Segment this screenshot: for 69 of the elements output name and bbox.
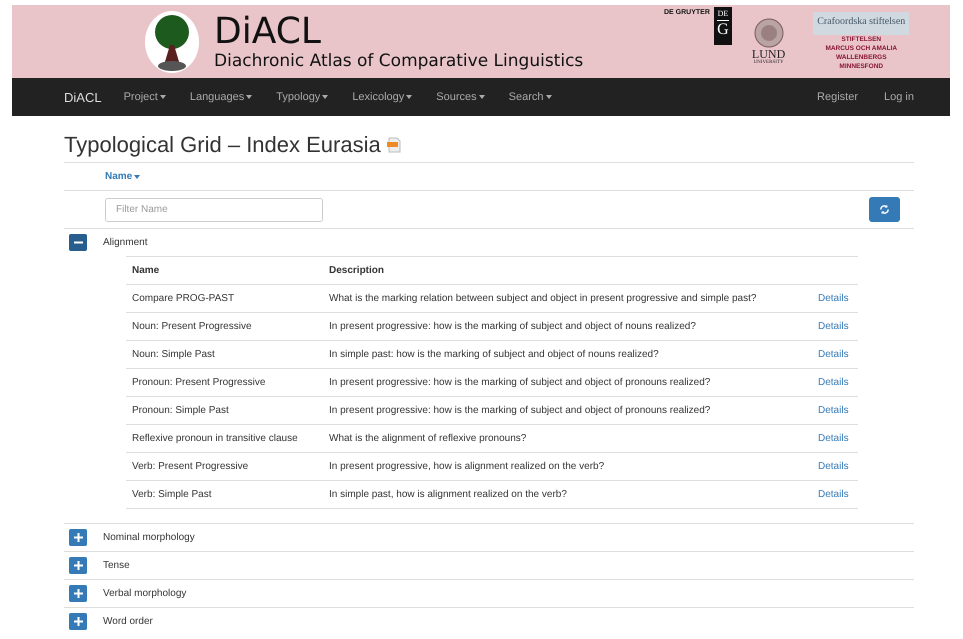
nav-menu[interactable]: Sources — [436, 91, 485, 103]
refresh-button[interactable] — [869, 197, 900, 222]
description-cell-text: In simple past: how is the marking of subject and object of nouns realized? — [329, 349, 660, 360]
group-name: Verbal morphology — [103, 588, 186, 599]
name-cell-text: Noun: Simple Past — [132, 349, 216, 360]
caret-icon — [478, 95, 485, 99]
description-cell-text: In simple past, how is alignment realized on the verb? — [329, 489, 568, 500]
site-title: DiACL — [214, 12, 322, 50]
sort-header[interactable]: Name — [105, 171, 140, 182]
details-link[interactable]: Details — [818, 461, 858, 472]
tree-logo — [144, 10, 200, 74]
caret-icon — [406, 95, 412, 99]
collapse-button[interactable] — [69, 234, 87, 251]
group-name: Tense — [103, 560, 130, 571]
name-cell-text: Pronoun: Simple Past — [132, 405, 230, 416]
nav-menu[interactable]: Project — [124, 91, 166, 103]
details-link[interactable]: Details — [818, 377, 858, 388]
description-cell-text: In present progressive: how is the marking of subject and object of pronouns realized? — [329, 405, 712, 416]
group-name: Nominal morphology — [103, 532, 195, 543]
caret-icon — [546, 95, 552, 99]
expand-button[interactable] — [69, 557, 87, 574]
expand-button[interactable] — [69, 613, 87, 630]
expand-button[interactable] — [69, 585, 87, 602]
name-cell-text: Pronoun: Present Progressive — [132, 377, 266, 388]
publisher-logo: DE G — [714, 7, 732, 45]
name-cell-text: Reflexive pronoun in transitive clause — [132, 433, 299, 444]
description-cell-text: In present progressive: how is the marking of subject and object of pronouns realized? — [329, 377, 712, 388]
plus-icon — [74, 589, 82, 598]
plus-icon — [74, 533, 82, 542]
details-link[interactable]: Details — [818, 293, 858, 304]
description-cell-text: What is the alignment of reflexive pronouns? — [329, 433, 528, 444]
details-link[interactable]: Details — [818, 349, 858, 360]
description-cell-text: In present progressive, how is alignment realized on the verb? — [329, 461, 606, 472]
seal-icon — [754, 18, 784, 48]
expand-button[interactable] — [69, 529, 87, 546]
details-link[interactable]: Details — [818, 321, 858, 332]
group-name: Alignment — [103, 237, 148, 248]
foundation-logo: Crafoordska stiftelsen — [813, 12, 910, 35]
caret-icon — [134, 174, 140, 178]
group-name: Word order — [103, 616, 153, 627]
description-cell-text: In present progressive: how is the marking of subject and object of nouns realized? — [329, 321, 697, 332]
name-cell-text: Verb: Present Progressive — [132, 461, 250, 472]
refresh-icon — [879, 204, 890, 215]
name-cell-text: Noun: Present Progressive — [132, 321, 253, 332]
details-link[interactable]: Details — [818, 489, 858, 500]
plus-icon — [74, 561, 82, 570]
details-link[interactable]: Details — [818, 405, 858, 416]
nav-brand[interactable]: DiACL — [64, 90, 102, 104]
name-cell-text: Verb: Simple Past — [132, 489, 212, 500]
details-link[interactable]: Details — [818, 433, 858, 444]
plus-icon — [74, 617, 82, 626]
nav-link[interactable]: Log in — [884, 91, 914, 103]
page-title: Typological Grid – Index Eurasia — [64, 132, 381, 158]
filter-field[interactable]: Filter Name — [105, 198, 323, 222]
description-cell-text: What is the marking relation between subject and object in present progressive and simple past? — [329, 293, 758, 304]
xml-file-icon[interactable] — [386, 137, 401, 153]
nav-link[interactable]: Register — [817, 91, 858, 103]
caret-icon — [160, 95, 166, 99]
column-header: Description — [329, 265, 386, 276]
caret-icon — [246, 95, 252, 99]
nav-menu[interactable]: Languages — [190, 91, 252, 103]
column-header: Name — [132, 265, 160, 276]
name-cell-text: Compare PROG-PAST — [132, 293, 236, 304]
caret-icon — [322, 95, 328, 99]
nav-menu[interactable]: Typology — [276, 91, 328, 103]
site-subtitle: Diachronic Atlas of Comparative Linguistics — [214, 50, 584, 70]
university-name: LUND — [752, 48, 786, 60]
nav-menu[interactable]: Search — [508, 91, 552, 103]
nav-menu[interactable]: Lexicology — [352, 91, 412, 103]
